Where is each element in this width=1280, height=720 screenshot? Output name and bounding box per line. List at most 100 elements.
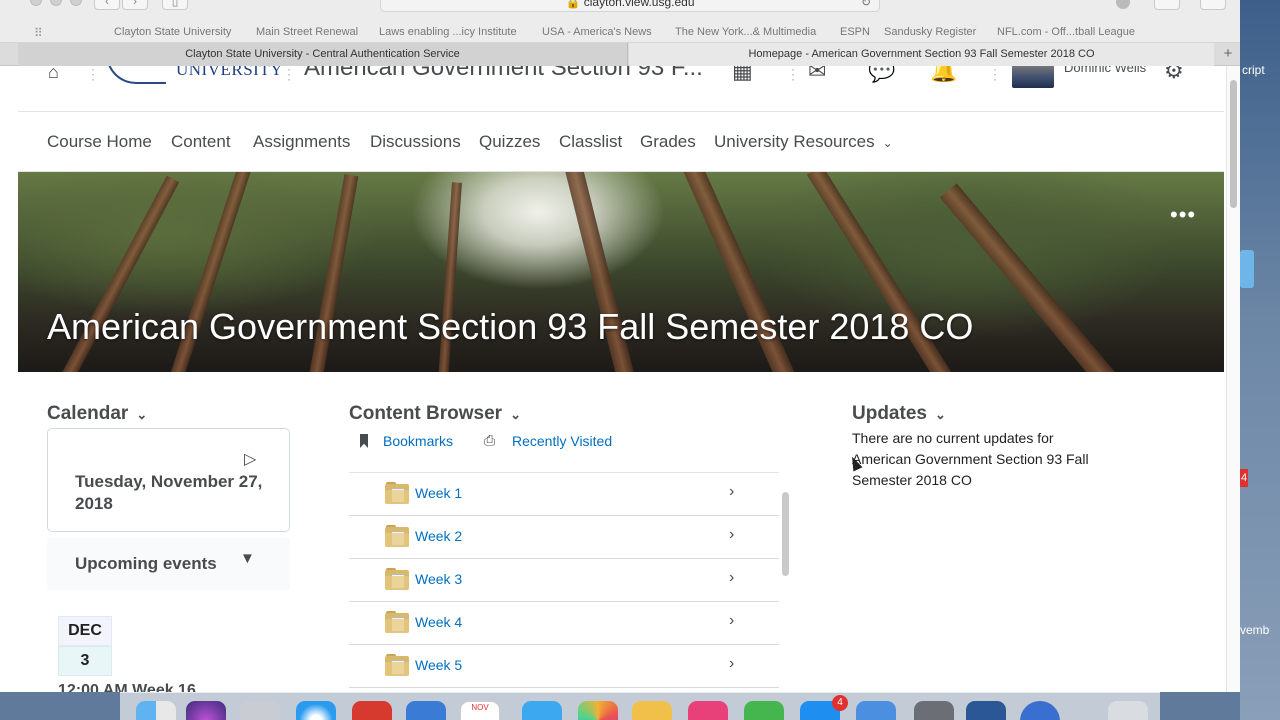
safari-icon[interactable] <box>296 701 336 720</box>
module-link[interactable]: Week 2 <box>415 528 462 544</box>
nav-discussions[interactable]: Discussions <box>370 132 461 152</box>
tabs-overview-button[interactable] <box>1200 0 1226 10</box>
minimize-window-button[interactable] <box>50 0 62 6</box>
subscription-alerts-icon[interactable]: 💬 <box>868 66 895 84</box>
downloads-icon[interactable] <box>1116 0 1130 9</box>
upcoming-events-label: Upcoming events <box>75 554 217 573</box>
logo-arc <box>106 66 166 84</box>
browser-window: ‹ › ▯ 🔒 clayton.view.usg.edu ↻ ⠿ Clayton… <box>0 0 1240 692</box>
close-window-button[interactable] <box>30 0 42 6</box>
user-name[interactable]: Dominic Wells <box>1064 66 1146 75</box>
siri-icon[interactable] <box>186 701 226 720</box>
reload-icon[interactable]: ↻ <box>861 0 871 13</box>
calendar-app-icon[interactable]: NOV <box>460 701 500 720</box>
favorite-link[interactable]: USA - America's News <box>542 26 652 38</box>
finder-icon[interactable] <box>136 701 176 720</box>
contacts-icon[interactable] <box>406 701 446 720</box>
favorite-link[interactable]: The New York...& Multimedia <box>675 26 816 38</box>
avatar[interactable] <box>1012 66 1054 88</box>
preview-icon[interactable] <box>856 701 896 720</box>
next-day-arrow-icon[interactable]: ▷ <box>244 449 256 469</box>
content-module-list: Week 1 › Week 2 › Week 3 › Week 4 › Week… <box>349 472 779 692</box>
chevron-right-icon[interactable]: › <box>729 655 734 673</box>
photos-icon[interactable] <box>578 701 618 720</box>
list-item[interactable]: Week 4 › <box>349 602 779 645</box>
itunes-icon[interactable] <box>688 701 728 720</box>
recently-visited-link[interactable]: Recently Visited <box>512 433 612 449</box>
mail-icon[interactable] <box>352 701 392 720</box>
module-link[interactable]: Week 5 <box>415 657 462 673</box>
favorite-link[interactable]: Clayton State University <box>114 26 231 38</box>
sidebar-button[interactable]: ▯ <box>162 0 188 10</box>
calendar-heading[interactable]: Calendar ⌄ <box>47 403 147 425</box>
nav-assignments[interactable]: Assignments <box>253 132 350 152</box>
system-preferences-icon[interactable] <box>914 701 954 720</box>
event-title[interactable]: 12:00 AM Week 16 <box>58 682 196 692</box>
upcoming-events-toggle[interactable]: Upcoming events ▼ <box>47 538 290 590</box>
page-scrollbar[interactable] <box>1226 66 1240 692</box>
folder-icon <box>385 525 409 547</box>
dock: NOV 4 <box>120 692 1160 720</box>
messages-icon[interactable] <box>522 701 562 720</box>
nav-classlist[interactable]: Classlist <box>559 132 622 152</box>
nav-quizzes[interactable]: Quizzes <box>479 132 540 152</box>
nav-university-resources[interactable]: University Resources ⌄ <box>714 132 893 152</box>
favorite-link[interactable]: Main Street Renewal <box>256 26 358 38</box>
chevron-right-icon[interactable]: › <box>729 483 734 501</box>
chevron-right-icon[interactable]: › <box>729 569 734 587</box>
course-selector[interactable]: American Government Section 93 F... <box>304 66 703 82</box>
favorites-grid-icon[interactable]: ⠿ <box>34 26 43 40</box>
microsoft-word-icon[interactable] <box>966 701 1006 720</box>
chevron-right-icon[interactable]: › <box>729 526 734 544</box>
quicktime-icon[interactable] <box>1020 701 1060 720</box>
content-list-scrollbar[interactable] <box>782 492 789 576</box>
nav-content[interactable]: Content <box>171 132 231 152</box>
new-tab-button[interactable]: + <box>1216 43 1240 66</box>
lock-icon: 🔒 <box>565 0 581 9</box>
banner-options-button[interactable]: ••• <box>1170 202 1196 228</box>
triangle-down-icon: ▼ <box>240 550 255 567</box>
list-item[interactable]: Week 1 › <box>349 473 779 516</box>
trash-icon[interactable] <box>1108 701 1148 720</box>
page-scrollbar-thumb[interactable] <box>1230 80 1237 208</box>
nav-grades[interactable]: Grades <box>640 132 696 152</box>
course-banner: ••• American Government Section 93 Fall … <box>18 172 1224 372</box>
browser-tab-active[interactable]: Homepage - American Government Section 9… <box>629 43 1214 66</box>
nav-course-home[interactable]: Course Home <box>47 132 152 152</box>
module-link[interactable]: Week 4 <box>415 614 462 630</box>
favorite-link[interactable]: Laws enabling ...icy Institute <box>379 26 517 38</box>
forward-button[interactable]: › <box>122 0 148 10</box>
event-day: 3 <box>58 646 112 676</box>
module-link[interactable]: Week 3 <box>415 571 462 587</box>
share-button[interactable] <box>1154 0 1180 10</box>
calendar-heading-label: Calendar <box>47 403 129 424</box>
pages-icon[interactable] <box>632 701 672 720</box>
list-item[interactable]: Week 5 › <box>349 645 779 688</box>
course-grid-icon[interactable]: ▦ <box>732 66 753 84</box>
bookmarks-link[interactable]: Bookmarks <box>383 433 453 449</box>
university-logo[interactable]: UNIVERSITY <box>106 66 283 86</box>
favorite-link[interactable]: Sandusky Register <box>884 26 976 38</box>
module-link[interactable]: Week 1 <box>415 485 462 501</box>
zoom-window-button[interactable] <box>70 0 82 6</box>
list-item[interactable]: Week 2 › <box>349 516 779 559</box>
message-alerts-icon[interactable]: ✉ <box>808 66 826 84</box>
back-button[interactable]: ‹ <box>94 0 120 10</box>
numbers-icon[interactable] <box>744 701 784 720</box>
update-alerts-icon[interactable]: 🔔 <box>930 66 957 84</box>
list-item[interactable]: Week 3 › <box>349 559 779 602</box>
updates-heading[interactable]: Updates ⌄ <box>852 403 946 425</box>
address-bar[interactable]: 🔒 clayton.view.usg.edu ↻ <box>380 0 880 12</box>
chevron-right-icon[interactable]: › <box>729 612 734 630</box>
desktop-window-fragment <box>1240 250 1254 288</box>
browser-tab[interactable]: Clayton State University - Central Authe… <box>18 43 628 66</box>
gear-icon[interactable]: ⚙ <box>1164 66 1184 84</box>
app-store-badge: 4 <box>832 695 848 711</box>
favorite-link[interactable]: ESPN <box>840 26 870 38</box>
home-icon[interactable]: ⌂ <box>48 66 59 83</box>
favorite-link[interactable]: NFL.com - Off...tball League <box>997 26 1135 38</box>
content-browser-heading[interactable]: Content Browser ⌄ <box>349 403 521 425</box>
logo-text: UNIVERSITY <box>176 66 283 79</box>
launchpad-icon[interactable] <box>240 701 280 720</box>
bookmark-icon <box>360 434 368 448</box>
